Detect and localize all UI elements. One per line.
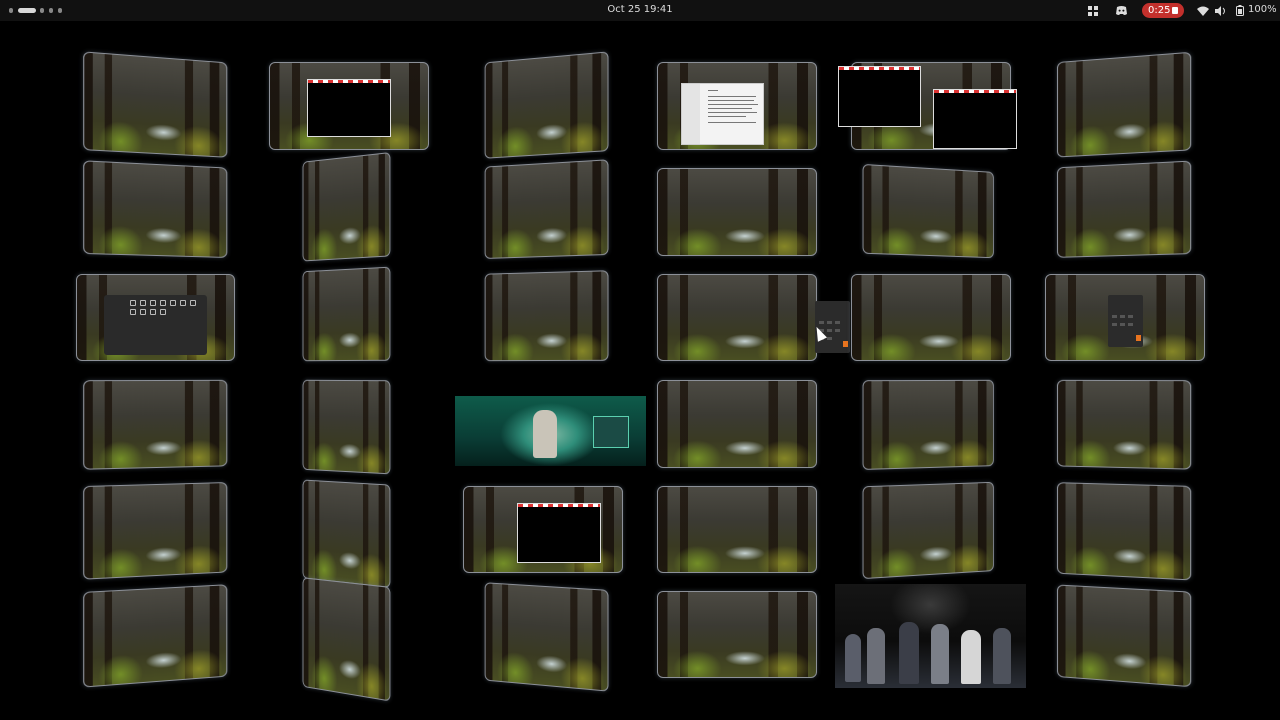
workspace-tile[interactable] xyxy=(302,577,391,702)
terminal-window[interactable] xyxy=(517,503,601,563)
workspace-tile[interactable] xyxy=(657,591,817,678)
workspace-tile[interactable] xyxy=(851,274,1011,361)
workspace-tile[interactable] xyxy=(302,152,391,262)
workspace-tile[interactable] xyxy=(269,62,429,150)
workspace-tile[interactable] xyxy=(1056,482,1192,581)
workspace-tile[interactable] xyxy=(76,274,235,361)
workspace-tile[interactable] xyxy=(83,584,228,688)
workspace-tile[interactable] xyxy=(302,479,391,588)
video-player-window[interactable] xyxy=(835,584,1026,688)
workspace-tile[interactable] xyxy=(657,380,817,468)
workspace-tile[interactable] xyxy=(657,168,817,256)
workspace-tile[interactable] xyxy=(302,266,391,362)
recording-timer: 0:25 xyxy=(1148,5,1171,16)
stop-icon[interactable] xyxy=(1172,7,1178,14)
workspace-tile[interactable] xyxy=(484,51,609,159)
workspace-tile[interactable] xyxy=(1045,274,1205,361)
battery-percentage: 100% xyxy=(1248,4,1277,15)
workspace-tile[interactable] xyxy=(657,62,817,150)
workspace-tile[interactable] xyxy=(1056,584,1192,688)
workspace-tile[interactable] xyxy=(83,482,228,580)
terminal-window[interactable] xyxy=(307,79,391,137)
workspace-tile[interactable] xyxy=(83,160,228,258)
battery-icon[interactable] xyxy=(1234,3,1246,18)
top-bar: Oct 25 19:41 0:25 100% xyxy=(0,0,1280,21)
discord-icon[interactable] xyxy=(1114,3,1128,18)
extension-icon[interactable] xyxy=(1086,3,1100,18)
workspace-tile[interactable] xyxy=(862,481,994,580)
settings-window[interactable] xyxy=(104,295,207,355)
workspace-tile[interactable] xyxy=(302,379,391,475)
workspace-tile[interactable] xyxy=(83,379,228,470)
workspace-tile[interactable] xyxy=(484,159,609,259)
workspace-tile[interactable] xyxy=(1056,379,1192,470)
workspace-tile[interactable] xyxy=(83,51,228,158)
screen-recording-indicator[interactable]: 0:25 xyxy=(1142,3,1184,18)
video-player-window[interactable] xyxy=(455,396,646,466)
workspace-tile[interactable] xyxy=(862,163,994,259)
wifi-icon[interactable] xyxy=(1196,3,1210,18)
workspace-tile[interactable] xyxy=(484,270,609,362)
workspace-tile[interactable] xyxy=(657,274,817,361)
text-editor-window[interactable] xyxy=(681,83,764,145)
calculator-window[interactable] xyxy=(1108,295,1143,347)
terminal-window[interactable] xyxy=(933,89,1017,149)
workspace-overview-wall xyxy=(0,21,1280,720)
workspace-tile[interactable] xyxy=(657,486,817,573)
workspace-tile[interactable] xyxy=(1056,160,1192,258)
workspace-tile[interactable] xyxy=(862,379,994,470)
volume-icon[interactable] xyxy=(1214,3,1228,18)
workspace-tile[interactable] xyxy=(463,486,623,573)
workspace-tile[interactable] xyxy=(484,582,609,692)
terminal-window[interactable] xyxy=(838,66,921,127)
workspace-tile[interactable] xyxy=(1056,51,1192,158)
